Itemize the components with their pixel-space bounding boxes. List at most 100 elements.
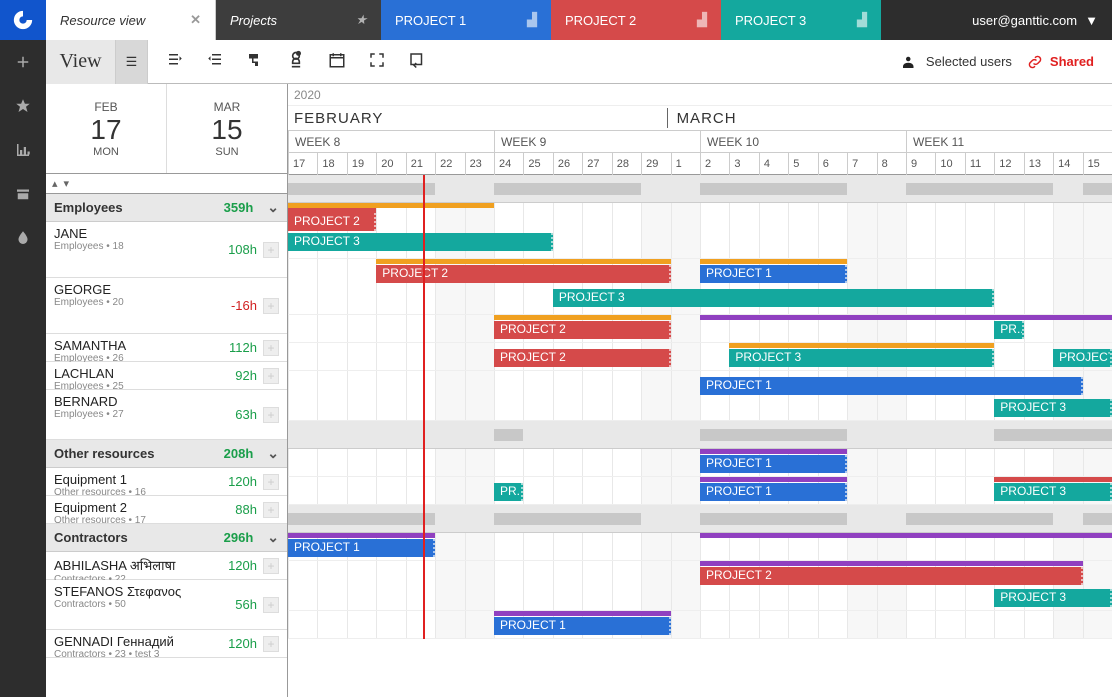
task-bar[interactable]: PROJECT 1 xyxy=(700,377,1083,395)
group-summary-bar[interactable] xyxy=(494,429,523,441)
selected-users-button[interactable]: Selected users xyxy=(900,53,1012,71)
group-header[interactable]: Employees359h⌄ xyxy=(46,194,287,222)
day-label[interactable]: 7 xyxy=(847,153,876,175)
date-start[interactable]: FEB 17 MON xyxy=(46,84,167,173)
task-bar[interactable]: PROJECT 3 xyxy=(994,589,1112,607)
add-task-button[interactable]: + xyxy=(263,636,279,652)
allocation-bar[interactable] xyxy=(700,449,847,454)
task-bar[interactable]: PROJECT 3 xyxy=(994,483,1112,501)
add-task-button[interactable]: + xyxy=(263,502,279,518)
collapse-icon[interactable] xyxy=(166,51,184,72)
add-task-button[interactable]: + xyxy=(263,242,279,258)
allocation-bar[interactable] xyxy=(700,259,847,264)
add-icon[interactable] xyxy=(0,40,46,84)
task-bar[interactable]: PR... xyxy=(994,321,1023,339)
chart-icon[interactable] xyxy=(0,128,46,172)
allocation-bar[interactable] xyxy=(494,611,671,616)
day-label[interactable]: 13 xyxy=(1024,153,1053,175)
tab-project-3[interactable]: PROJECT 3 ▟ xyxy=(721,0,881,40)
sort-asc-icon[interactable]: ▴ xyxy=(52,177,58,190)
task-bar[interactable]: PROJECT 2 xyxy=(700,567,1083,585)
allocation-bar[interactable] xyxy=(700,533,1112,538)
day-label[interactable]: 12 xyxy=(994,153,1023,175)
fullscreen-icon[interactable] xyxy=(368,51,386,72)
resource-row[interactable]: JANEEmployees • 18108h+ xyxy=(46,222,287,278)
day-label[interactable]: 17 xyxy=(288,153,317,175)
add-task-button[interactable]: + xyxy=(263,298,279,314)
tab-project-1[interactable]: PROJECT 1 ▟ xyxy=(381,0,551,40)
group-summary-bar[interactable] xyxy=(494,183,641,195)
day-label[interactable]: 21 xyxy=(406,153,435,175)
day-label[interactable]: 22 xyxy=(435,153,464,175)
chevron-down-icon[interactable]: ⌄ xyxy=(267,529,279,546)
day-label[interactable]: 19 xyxy=(347,153,376,175)
shared-button[interactable]: Shared xyxy=(1026,53,1094,71)
resource-row[interactable]: Equipment 1Other resources • 16120h+ xyxy=(46,468,287,496)
drop-icon[interactable] xyxy=(0,216,46,260)
task-bar[interactable]: PROJECT 2 xyxy=(494,349,671,367)
add-task-button[interactable]: + xyxy=(263,474,279,490)
resource-row[interactable]: GEORGEEmployees • 20-16h+ xyxy=(46,278,287,334)
menu-icon[interactable]: ☰ xyxy=(116,40,148,84)
day-label[interactable]: 26 xyxy=(553,153,582,175)
tab-project-2[interactable]: PROJECT 2 ▟ xyxy=(551,0,721,40)
group-summary-bar[interactable] xyxy=(288,513,435,525)
day-label[interactable]: 15 xyxy=(1083,153,1112,175)
user-menu[interactable]: user@ganttic.com ▼ xyxy=(958,0,1112,40)
task-bar[interactable]: PROJECT 2 xyxy=(376,265,670,283)
add-task-button[interactable]: + xyxy=(263,407,279,423)
add-task-button[interactable]: + xyxy=(263,597,279,613)
logo[interactable] xyxy=(0,0,46,40)
resource-row[interactable]: LACHLANEmployees • 2592h+ xyxy=(46,362,287,390)
resource-row[interactable]: STEFANOS ΣτεφανοςContractors • 5056h+ xyxy=(46,580,287,630)
allocation-bar[interactable] xyxy=(700,561,1083,566)
group-summary-bar[interactable] xyxy=(1083,183,1112,195)
calendar-icon[interactable] xyxy=(328,51,346,72)
day-label[interactable]: 25 xyxy=(523,153,552,175)
task-bar[interactable]: PROJECT 3 xyxy=(729,349,994,367)
day-label[interactable]: 6 xyxy=(818,153,847,175)
resource-row[interactable]: Equipment 2Other resources • 1788h+ xyxy=(46,496,287,524)
day-label[interactable]: 9 xyxy=(906,153,935,175)
task-bar[interactable]: PROJECT 1 xyxy=(700,483,847,501)
day-label[interactable]: 8 xyxy=(877,153,906,175)
day-label[interactable]: 10 xyxy=(935,153,964,175)
resource-row[interactable]: GENNADI ГеннадийContractors • 23 • test … xyxy=(46,630,287,658)
star-icon[interactable] xyxy=(0,84,46,128)
day-label[interactable]: 3 xyxy=(729,153,758,175)
task-bar[interactable]: PROJECT 1 xyxy=(700,265,847,283)
task-bar[interactable]: PROJECT 2 xyxy=(494,321,671,339)
archive-icon[interactable] xyxy=(0,172,46,216)
group-summary-bar[interactable] xyxy=(994,429,1112,441)
expand-icon[interactable] xyxy=(206,51,224,72)
close-icon[interactable]: ✕ xyxy=(190,12,201,28)
allocation-bar[interactable] xyxy=(729,343,994,348)
day-label[interactable]: 5 xyxy=(788,153,817,175)
allocation-bar[interactable] xyxy=(288,533,435,538)
date-end[interactable]: MAR 15 SUN xyxy=(167,84,287,173)
group-summary-bar[interactable] xyxy=(700,513,847,525)
task-bar[interactable]: PR... xyxy=(494,483,523,501)
paint-icon[interactable] xyxy=(246,51,264,72)
group-header[interactable]: Other resources208h⌄ xyxy=(46,440,287,468)
timeline[interactable]: 2020 FEBRUARYMARCH WEEK 8WEEK 9WEEK 10WE… xyxy=(288,84,1112,697)
day-label[interactable]: 2 xyxy=(700,153,729,175)
day-label[interactable]: 14 xyxy=(1053,153,1082,175)
refresh-icon[interactable] xyxy=(408,51,426,72)
task-bar[interactable]: PROJECT 3 xyxy=(553,289,994,307)
day-label[interactable]: 28 xyxy=(612,153,641,175)
tab-projects[interactable]: Projects ★ xyxy=(216,0,381,40)
day-label[interactable]: 23 xyxy=(465,153,494,175)
view-button[interactable]: View xyxy=(46,40,116,84)
resource-row[interactable]: BERNARDEmployees • 2763h+ xyxy=(46,390,287,440)
day-label[interactable]: 4 xyxy=(759,153,788,175)
day-label[interactable]: 27 xyxy=(582,153,611,175)
group-summary-bar[interactable] xyxy=(700,183,847,195)
day-label[interactable]: 1 xyxy=(671,153,700,175)
group-summary-bar[interactable] xyxy=(1083,513,1112,525)
add-task-button[interactable]: + xyxy=(263,558,279,574)
add-task-button[interactable]: + xyxy=(263,340,279,356)
task-bar[interactable]: PROJECT 3 xyxy=(1053,349,1112,367)
allocation-bar[interactable] xyxy=(494,315,671,320)
task-bar[interactable]: PROJECT 3 xyxy=(288,233,553,251)
